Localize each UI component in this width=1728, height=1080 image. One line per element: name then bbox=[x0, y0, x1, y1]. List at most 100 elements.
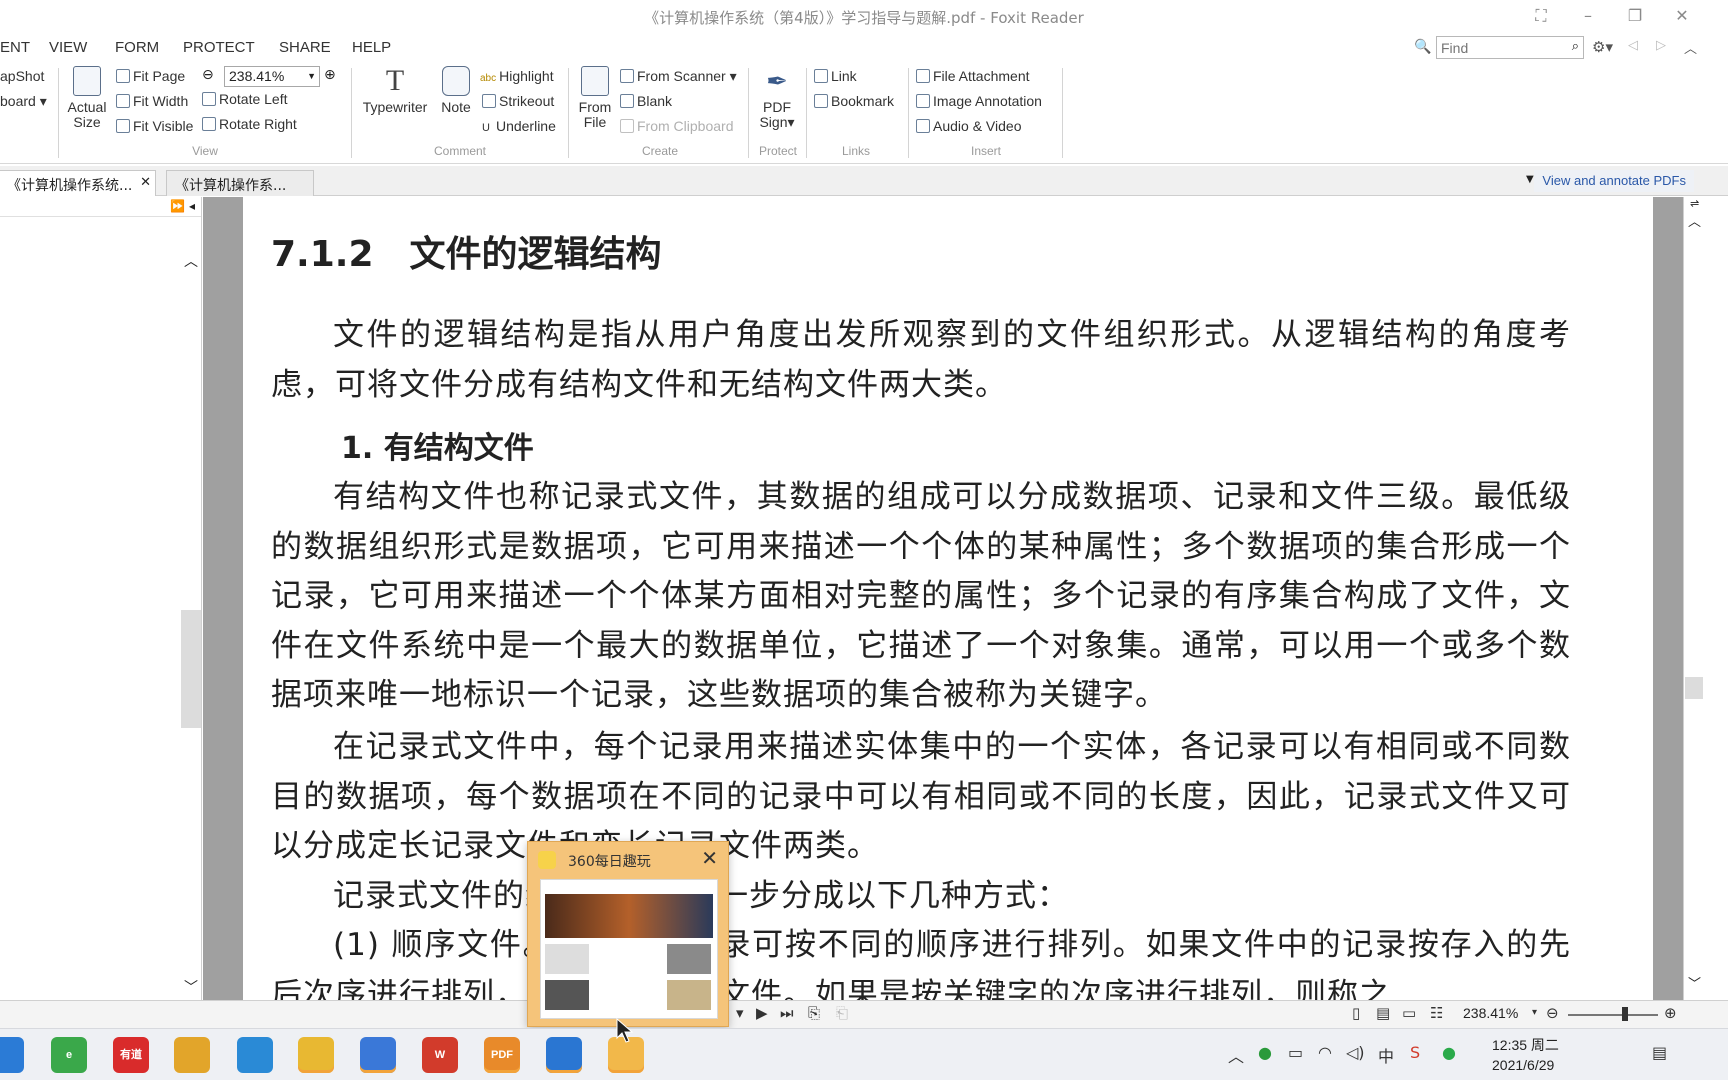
vertical-scrollbar[interactable]: ⇌ ︿ ﹀ bbox=[1683, 197, 1728, 1000]
document-viewport[interactable]: 7.1.2 文件的逻辑结构 文件的逻辑结构是指从用户角度出发所观察到的文件组织形… bbox=[203, 197, 1683, 1000]
prev-find-icon[interactable]: ◁ bbox=[1628, 38, 1638, 53]
zoom-select[interactable]: 238.41% ▼ bbox=[224, 66, 320, 87]
tray-360-icon[interactable]: ● bbox=[1258, 1043, 1272, 1062]
scrollbar-thumb[interactable] bbox=[1685, 677, 1703, 699]
file-attachment-button[interactable]: File Attachment bbox=[916, 68, 1030, 84]
zoom-out-icon[interactable]: ⊖ bbox=[1546, 1004, 1559, 1022]
photos-app-icon[interactable] bbox=[546, 1037, 582, 1073]
fit-visible-button[interactable]: Fit Visible bbox=[116, 118, 193, 134]
scroll-down-icon[interactable]: ﹀ bbox=[1688, 973, 1701, 992]
wechat-icon[interactable]: ● bbox=[1442, 1043, 1456, 1062]
zoom-slider-track[interactable] bbox=[1568, 1014, 1658, 1016]
file-explorer-app-icon[interactable] bbox=[298, 1037, 334, 1073]
menu-view[interactable]: VIEW bbox=[49, 39, 87, 56]
paste-page-icon[interactable]: ⎗ bbox=[836, 1004, 848, 1022]
copy-page-icon[interactable]: ⎘ bbox=[808, 1004, 820, 1022]
collapse-panel-icon[interactable]: ◂ bbox=[189, 199, 195, 213]
zoom-chevron-down-icon[interactable]: ▾ bbox=[1532, 1007, 1537, 1018]
last-page-icon[interactable]: ⏭ bbox=[780, 1004, 794, 1022]
note-button[interactable]: Note bbox=[436, 66, 476, 115]
pdf-sign-button[interactable]: ✒ PDF Sign▾ bbox=[754, 66, 800, 130]
restore-button[interactable]: ❐ bbox=[1620, 4, 1650, 28]
fit-page-button[interactable]: Fit Page bbox=[116, 68, 185, 84]
edge-app-icon[interactable] bbox=[237, 1037, 273, 1073]
next-page-icon[interactable]: ▶ bbox=[756, 1004, 768, 1022]
document-tab[interactable]: 《计算机操作系... bbox=[166, 170, 314, 196]
find-input[interactable] bbox=[1437, 37, 1555, 58]
highlight-button[interactable]: abc Highlight bbox=[480, 68, 554, 84]
fullscreen-icon[interactable]: ⛶ bbox=[1526, 4, 1556, 28]
zoom-in-icon[interactable]: ⊕ bbox=[324, 67, 336, 83]
blank-button[interactable]: Blank bbox=[620, 93, 672, 109]
scroll-up-icon[interactable]: ︿ bbox=[184, 251, 198, 271]
settings-gear-icon[interactable]: ⚙▾ bbox=[1592, 38, 1613, 56]
chrome-app-icon[interactable] bbox=[174, 1037, 210, 1073]
view-annotate-banner[interactable]: View and annotate PDFs bbox=[1534, 170, 1694, 192]
search-icon[interactable]: ⌕ bbox=[1572, 39, 1579, 54]
from-file-button[interactable]: From File bbox=[574, 66, 616, 130]
typewriter-button[interactable]: T Typewriter bbox=[358, 66, 432, 115]
page-select-chevron-icon[interactable]: ▾ bbox=[736, 1004, 744, 1022]
audio-video-button[interactable]: Audio & Video bbox=[916, 118, 1021, 134]
youdao-app-icon[interactable]: 有道 bbox=[113, 1037, 149, 1073]
ime-indicator[interactable]: 中 bbox=[1378, 1043, 1394, 1067]
link-button[interactable]: Link bbox=[814, 68, 857, 84]
zoom-slider-knob[interactable] bbox=[1622, 1007, 1628, 1021]
fit-width-button[interactable]: Fit Width bbox=[116, 93, 188, 109]
menu-help[interactable]: HELP bbox=[352, 39, 391, 56]
find-box[interactable]: ⌕ bbox=[1436, 36, 1584, 59]
rotate-left-button[interactable]: Rotate Left bbox=[202, 91, 288, 107]
nav-scrollbar-thumb[interactable] bbox=[181, 610, 201, 728]
tray-chevron-up-icon[interactable]: ︿ bbox=[1228, 1043, 1244, 1067]
wifi-icon[interactable]: ◠ bbox=[1318, 1043, 1332, 1062]
notification-icon[interactable]: ▤ bbox=[1652, 1043, 1667, 1062]
battery-icon[interactable]: ▭ bbox=[1288, 1043, 1303, 1062]
bookmark-button[interactable]: Bookmark bbox=[814, 93, 894, 109]
scroll-down-icon[interactable]: ﹀ bbox=[184, 977, 198, 997]
next-find-icon[interactable]: ▷ bbox=[1656, 38, 1666, 53]
zoom-in-icon[interactable]: ⊕ bbox=[1664, 1004, 1677, 1022]
ie-app-icon[interactable]: e bbox=[51, 1037, 87, 1073]
actual-size-button[interactable]: Actual Size bbox=[64, 66, 110, 130]
expand-panel-icon[interactable]: ⏩ bbox=[170, 199, 185, 213]
menu-share[interactable]: SHARE bbox=[279, 39, 331, 56]
scroll-up-icon[interactable]: ︿ bbox=[1688, 211, 1701, 230]
close-tab-icon[interactable]: ✕ bbox=[140, 175, 151, 190]
strikeout-button[interactable]: Strikeout bbox=[482, 93, 554, 109]
continuous-facing-icon[interactable]: ☷ bbox=[1430, 1004, 1443, 1022]
close-button[interactable]: ✕ bbox=[1667, 4, 1697, 28]
rotate-right-button[interactable]: Rotate Right bbox=[202, 116, 297, 132]
menu-protect[interactable]: PROTECT bbox=[183, 39, 255, 56]
underline-button[interactable]: U Underline bbox=[482, 118, 556, 134]
continuous-page-icon[interactable]: ▤ bbox=[1376, 1004, 1390, 1022]
zoom-out-icon[interactable]: ⊖ bbox=[202, 67, 214, 83]
pdf-app-icon[interactable]: PDF bbox=[484, 1037, 520, 1073]
document-tab-active[interactable]: 《计算机操作系统... ✕ bbox=[0, 170, 156, 196]
folder-search-icon[interactable]: 🔍 bbox=[1414, 39, 1431, 55]
collapse-ribbon-icon[interactable]: ︿ bbox=[1684, 38, 1697, 57]
image-annotation-button[interactable]: Image Annotation bbox=[916, 93, 1042, 109]
system-clock[interactable]: 12:35 周二 2021/6/29 bbox=[1492, 1035, 1559, 1075]
single-page-icon[interactable]: ▯ bbox=[1352, 1004, 1360, 1022]
from-clipboard-button[interactable]: From Clipboard bbox=[620, 118, 733, 134]
snapshot-button[interactable]: apShot bbox=[0, 68, 44, 84]
menu-comment-partial[interactable]: ENT bbox=[0, 39, 30, 56]
facing-page-icon[interactable]: ▭ bbox=[1402, 1004, 1416, 1022]
input-method-icon[interactable]: S bbox=[1410, 1043, 1420, 1062]
close-icon[interactable]: ✕ bbox=[701, 846, 718, 870]
minimize-button[interactable]: – bbox=[1573, 4, 1603, 28]
clipboard-button[interactable]: board ▾ bbox=[0, 93, 47, 110]
thumbnail-banner-image bbox=[545, 894, 713, 938]
tab-list-chevron-down-icon[interactable]: ▼ bbox=[1526, 174, 1534, 185]
from-scanner-button[interactable]: From Scanner ▾ bbox=[620, 68, 737, 85]
split-view-icon[interactable]: ⇌ bbox=[1690, 197, 1699, 210]
taskbar-preview-popup[interactable]: 360每日趣玩 ✕ bbox=[527, 841, 729, 1027]
window-thumbnail[interactable] bbox=[540, 879, 718, 1019]
mail-app-icon[interactable] bbox=[0, 1037, 24, 1073]
status-zoom-value[interactable]: 238.41% bbox=[1463, 1005, 1518, 1021]
volume-icon[interactable]: ◁) bbox=[1346, 1043, 1365, 1062]
menu-form[interactable]: FORM bbox=[115, 39, 159, 56]
wps-app-icon[interactable]: W bbox=[422, 1037, 458, 1073]
feishu-app-icon[interactable] bbox=[360, 1037, 396, 1073]
bookmark-icon bbox=[814, 94, 828, 108]
